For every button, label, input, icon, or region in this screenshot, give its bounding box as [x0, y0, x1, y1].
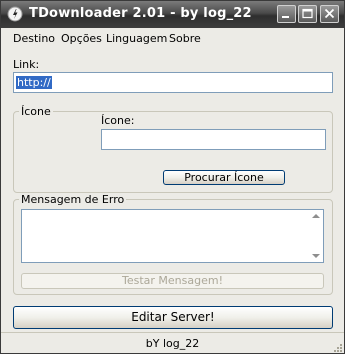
app-icon	[7, 6, 23, 22]
edit-server-label: Editar Server!	[131, 310, 215, 324]
link-input[interactable]: http://	[13, 72, 333, 93]
menu-opcoes[interactable]: Opções	[61, 32, 102, 45]
menu-sobre[interactable]: Sobre	[169, 32, 201, 45]
close-button[interactable]	[320, 5, 339, 23]
link-label: Link:	[13, 58, 40, 71]
status-bar: bY log_22	[1, 332, 344, 353]
error-message-scrollbar[interactable]	[308, 210, 323, 262]
menu-bar: Destino Opções Linguagem Sobre	[1, 28, 344, 48]
test-message-label: Testar Mensagem!	[122, 274, 223, 287]
main-window: TDownloader 2.01 - by log_22 Destino Opç…	[0, 0, 345, 354]
menu-destino[interactable]: Destino	[13, 32, 55, 45]
scroll-up-icon[interactable]	[312, 214, 320, 218]
edit-server-button[interactable]: Editar Server!	[13, 306, 333, 329]
icon-path-input[interactable]	[101, 129, 326, 150]
close-icon	[324, 8, 335, 19]
scroll-down-icon[interactable]	[312, 254, 320, 258]
error-message-input[interactable]	[21, 209, 324, 263]
icon-group-title: Ícone	[19, 105, 53, 118]
menu-linguagem[interactable]: Linguagem	[106, 32, 167, 45]
resize-grip-icon[interactable]	[331, 341, 343, 353]
status-text: bY log_22	[145, 337, 200, 350]
link-value: http://	[16, 76, 52, 89]
minimize-icon	[282, 16, 289, 18]
maximize-button[interactable]	[298, 5, 317, 23]
browse-icon-label: Procurar Ícone	[184, 171, 264, 184]
icon-field-label: Ícone:	[101, 114, 135, 127]
error-group-title: Mensagem de Erro	[19, 193, 127, 206]
maximize-icon	[302, 8, 313, 19]
window-title: TDownloader 2.01 - by log_22	[29, 6, 252, 21]
browse-icon-button[interactable]: Procurar Ícone	[163, 170, 285, 185]
minimize-button[interactable]	[277, 5, 296, 23]
test-message-button[interactable]: Testar Mensagem!	[21, 273, 324, 289]
title-bar[interactable]: TDownloader 2.01 - by log_22	[1, 1, 344, 28]
